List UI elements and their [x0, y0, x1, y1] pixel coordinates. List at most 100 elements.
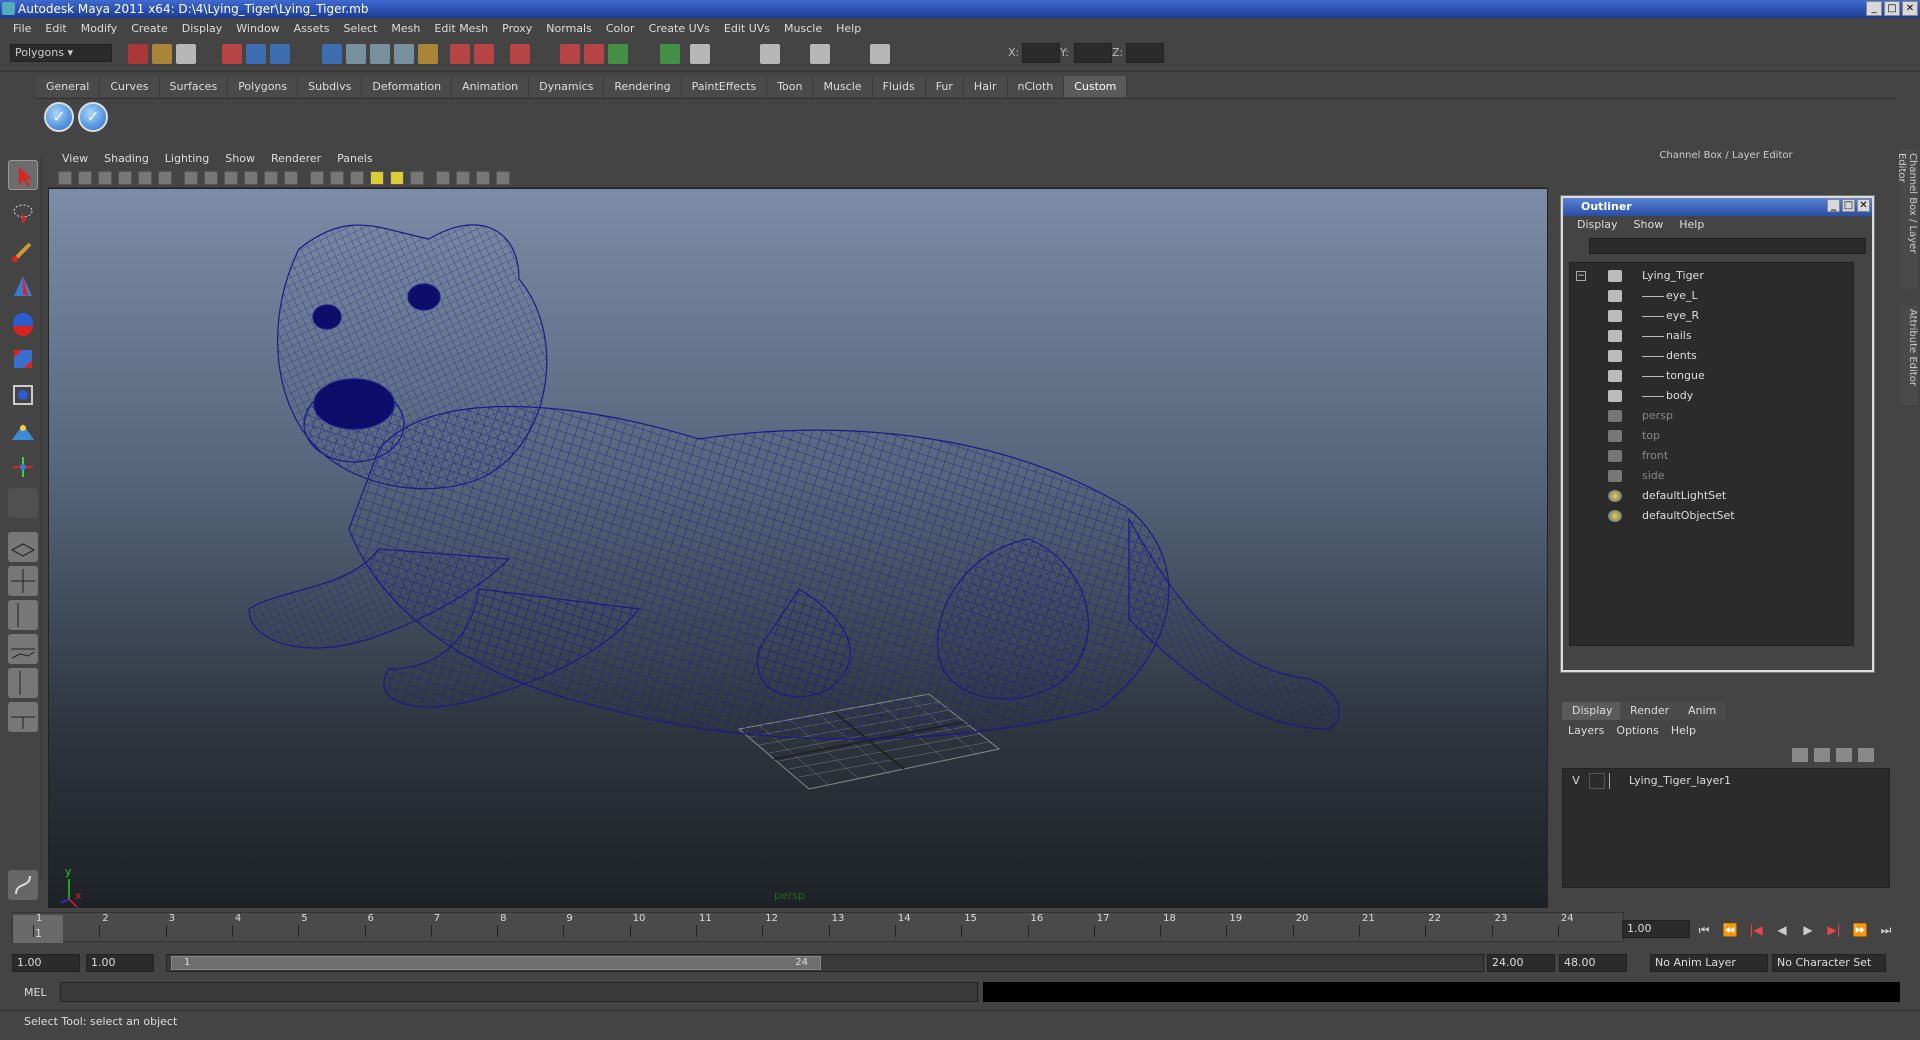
menu-proxy[interactable]: Proxy: [495, 22, 539, 35]
channel-box-icon[interactable]: [810, 44, 830, 64]
layer-playback-toggle[interactable]: [1589, 773, 1605, 789]
use-all-lights-icon[interactable]: [370, 171, 384, 185]
script-editor-icon[interactable]: [8, 870, 38, 900]
outliner-search-field[interactable]: [1589, 238, 1866, 254]
safe-title-icon[interactable]: [264, 171, 278, 185]
outliner-item[interactable]: − Lying_Tiger: [1570, 267, 1850, 285]
outliner-item[interactable]: front: [1570, 447, 1850, 465]
outliner-item[interactable]: defaultLightSet: [1570, 487, 1850, 505]
layer-color-swatch[interactable]: [1609, 773, 1623, 789]
shelf-tab-surfaces[interactable]: Surfaces: [159, 76, 229, 97]
single-perspective-layout-icon[interactable]: [8, 532, 38, 562]
outliner-item[interactable]: nails: [1570, 327, 1850, 345]
perspective-viewport[interactable]: y x persp: [48, 188, 1548, 908]
outliner-menu-show[interactable]: Show: [1626, 216, 1672, 234]
input-ops-icon[interactable]: [450, 44, 470, 64]
outliner-item[interactable]: persp: [1570, 407, 1850, 425]
select-component-icon[interactable]: [270, 44, 290, 64]
menu-select[interactable]: Select: [336, 22, 384, 35]
mel-label[interactable]: MEL: [24, 986, 47, 999]
snap-point-icon[interactable]: [370, 44, 390, 64]
go-to-start-icon[interactable]: ⏮: [1696, 922, 1712, 938]
menu-edit-uvs[interactable]: Edit UVs: [717, 22, 777, 35]
menu-help[interactable]: Help: [829, 22, 868, 35]
outliner-item[interactable]: side: [1570, 467, 1850, 485]
outliner-maximize-button[interactable]: □: [1842, 199, 1855, 212]
select-camera-icon[interactable]: [58, 171, 72, 185]
outliner-item[interactable]: body: [1570, 387, 1850, 405]
new-scene-icon[interactable]: [128, 44, 148, 64]
layer-visibility-toggle[interactable]: V: [1567, 773, 1585, 789]
outliner-list[interactable]: − Lying_Tiger eye_L eye_R nails dents tongue bo…: [1569, 262, 1854, 646]
hypershade-icon[interactable]: [660, 44, 680, 64]
shelf-tab-custom[interactable]: Custom: [1064, 76, 1128, 97]
outliner-item[interactable]: eye_L: [1570, 287, 1850, 305]
maximize-button[interactable]: □: [1884, 1, 1900, 16]
rotate-tool-icon[interactable]: [8, 308, 38, 338]
shelf-tab-fur[interactable]: Fur: [925, 76, 964, 97]
outliner-menu-help[interactable]: Help: [1671, 216, 1712, 234]
checkmark-shelf-button-2[interactable]: ✓: [78, 102, 108, 132]
play-backwards-icon[interactable]: ◀: [1774, 922, 1790, 938]
outliner-minimize-button[interactable]: _: [1827, 199, 1840, 212]
panel-menu-show[interactable]: Show: [217, 150, 263, 168]
menu-edit-mesh[interactable]: Edit Mesh: [427, 22, 495, 35]
menu-display[interactable]: Display: [175, 22, 230, 35]
snap-curve-icon[interactable]: [346, 44, 366, 64]
tool-settings-icon[interactable]: [760, 44, 780, 64]
show-manipulator-tool-icon[interactable]: [8, 452, 38, 482]
play-forwards-icon[interactable]: ▶: [1800, 922, 1816, 938]
panel-menu-shading[interactable]: Shading: [96, 150, 157, 168]
time-slider[interactable]: 1 1 2 3 4 5 6 7 8 9 10 11 12 13 14 15 16 17 18 19 20 21 22 23 2…: [12, 912, 1624, 943]
layer-tab-display[interactable]: Display: [1562, 702, 1623, 720]
modeling-toolkit-icon[interactable]: [870, 44, 890, 64]
high-quality-icon[interactable]: [410, 171, 424, 185]
layer-tab-anim[interactable]: Anim: [1678, 702, 1727, 720]
textured-icon[interactable]: [350, 171, 364, 185]
collapse-toggle-icon[interactable]: −: [1576, 271, 1586, 281]
playback-end-field[interactable]: 24.00: [1487, 954, 1555, 972]
step-back-key-icon[interactable]: ⏪: [1722, 922, 1738, 938]
menu-create[interactable]: Create: [124, 22, 175, 35]
soft-modification-tool-icon[interactable]: [8, 416, 38, 446]
isolate-select-icon[interactable]: [436, 171, 450, 185]
scale-tool-icon[interactable]: [8, 344, 38, 374]
layer-menu-help[interactable]: Help: [1665, 724, 1702, 737]
character-set-select[interactable]: No Character Set: [1772, 954, 1886, 972]
field-chart-icon[interactable]: [224, 171, 238, 185]
outliner-item[interactable]: defaultObjectSet: [1570, 507, 1850, 525]
select-hierarchy-icon[interactable]: [222, 44, 242, 64]
menu-window[interactable]: Window: [229, 22, 286, 35]
layer-up-icon[interactable]: [1836, 748, 1852, 762]
go-to-end-icon[interactable]: ⏭: [1878, 922, 1894, 938]
panel-menu-renderer[interactable]: Renderer: [263, 150, 329, 168]
shelf-tab-polygons[interactable]: Polygons: [228, 76, 299, 97]
shelf-tab-dynamics[interactable]: Dynamics: [529, 76, 605, 97]
resolution-gate-icon[interactable]: [184, 171, 198, 185]
attribute-editor-side-tab[interactable]: Attribute Editor: [1900, 305, 1918, 405]
toolbox-expand-icon[interactable]: [8, 736, 38, 766]
hypershade-persp-layout-icon[interactable]: [8, 668, 38, 698]
panel-menu-panels[interactable]: Panels: [329, 150, 380, 168]
step-forward-key-icon[interactable]: ⏩: [1852, 922, 1868, 938]
camera-attributes-icon[interactable]: [78, 171, 92, 185]
shadows-icon[interactable]: [390, 171, 404, 185]
four-view-layout-icon[interactable]: [8, 566, 38, 596]
layer-menu-layers[interactable]: Layers: [1562, 724, 1610, 737]
shelf-tab-general[interactable]: General: [36, 76, 101, 97]
anim-layer-select[interactable]: No Anim Layer: [1650, 954, 1768, 972]
range-slider-handle[interactable]: 1 24: [171, 956, 821, 970]
panel-menu-lighting[interactable]: Lighting: [157, 150, 217, 168]
smooth-shade-icon[interactable]: [310, 171, 324, 185]
shelf-tab-painteffects[interactable]: PaintEffects: [681, 76, 768, 97]
universal-manipulator-icon[interactable]: [8, 380, 38, 410]
persp-graph-layout-icon[interactable]: [8, 634, 38, 664]
safe-action-icon[interactable]: [244, 171, 258, 185]
menu-color[interactable]: Color: [599, 22, 642, 35]
persp-graph-outliner-layout-icon[interactable]: [8, 702, 38, 732]
layer-down-icon[interactable]: [1858, 748, 1874, 762]
channel-box-side-tab[interactable]: Channel Box / Layer Editor: [1896, 149, 1918, 289]
snap-plane-icon[interactable]: [394, 44, 414, 64]
shelf-tab-subdivs[interactable]: Subdivs: [298, 76, 363, 97]
snap-grid-icon[interactable]: [322, 44, 342, 64]
